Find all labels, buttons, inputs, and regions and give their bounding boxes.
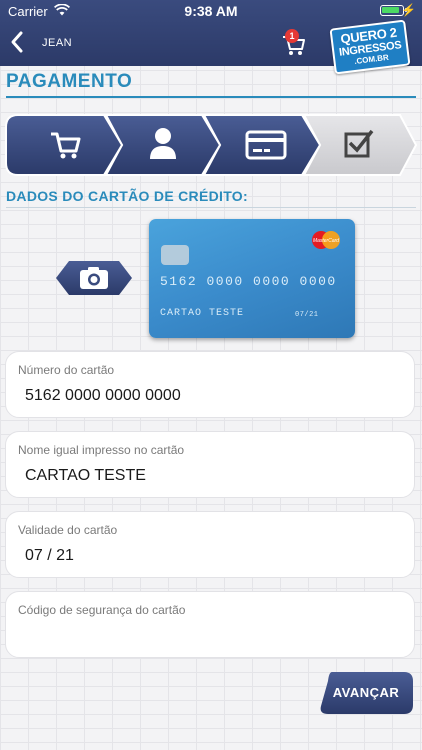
card-chip [161, 245, 189, 265]
card-number-label: Número do cartão [18, 363, 115, 377]
card-name-field[interactable]: Nome igual impresso no cartão CARTAO TES… [5, 431, 415, 498]
cart-count-badge: 1 [285, 29, 299, 43]
advance-button[interactable] [318, 671, 414, 715]
card-name-input[interactable]: CARTAO TESTE [25, 467, 146, 485]
app-header: Carrier 9:38 AM ⚡ JEAN 1 QUERO 2 INGRESS… [0, 0, 422, 75]
card-expiry-input[interactable]: 07 / 21 [25, 547, 74, 565]
card-cvv-field[interactable]: Código de segurança do cartão [5, 591, 415, 658]
title-divider [6, 96, 416, 98]
card-number-field[interactable]: Número do cartão 5162 0000 0000 0000 [5, 351, 415, 418]
checkout-stepper [4, 113, 418, 177]
card-preview-number: 5162 0000 0000 0000 [160, 274, 337, 289]
subtitle-divider [6, 207, 416, 208]
charging-icon: ⚡ [401, 3, 416, 17]
scan-card-button[interactable] [55, 260, 133, 296]
credit-card-preview: MasterCard 5162 0000 0000 0000 CARTAO TE… [149, 219, 355, 338]
step-payment[interactable] [202, 114, 322, 176]
card-preview-holder: CARTAO TESTE [160, 308, 245, 319]
card-brand-text: MasterCard [313, 238, 339, 244]
mastercard-logo: MasterCard [312, 231, 340, 249]
page-title: PAGAMENTO [6, 71, 133, 92]
card-expiry-label: Validade do cartão [18, 523, 118, 537]
camera-icon [80, 267, 108, 289]
card-preview-expiry: 07/21 [295, 311, 319, 319]
step-cart[interactable] [5, 114, 124, 176]
brand-logo: QUERO 2 INGRESSOS .COM.BR [329, 19, 411, 75]
card-cvv-label: Código de segurança do cartão [18, 603, 186, 617]
card-number-input[interactable]: 5162 0000 0000 0000 [25, 387, 181, 405]
user-name: JEAN [42, 37, 73, 49]
clock: 9:38 AM [184, 3, 238, 19]
section-subtitle: DADOS DO CARTÃO DE CRÉDITO: [6, 188, 248, 204]
card-name-label: Nome igual impresso no cartão [18, 443, 185, 457]
card-expiry-field[interactable]: Validade do cartão 07 / 21 [5, 511, 415, 578]
back-arrow-icon[interactable] [8, 30, 26, 54]
status-bar: Carrier 9:38 AM ⚡ [0, 0, 422, 22]
